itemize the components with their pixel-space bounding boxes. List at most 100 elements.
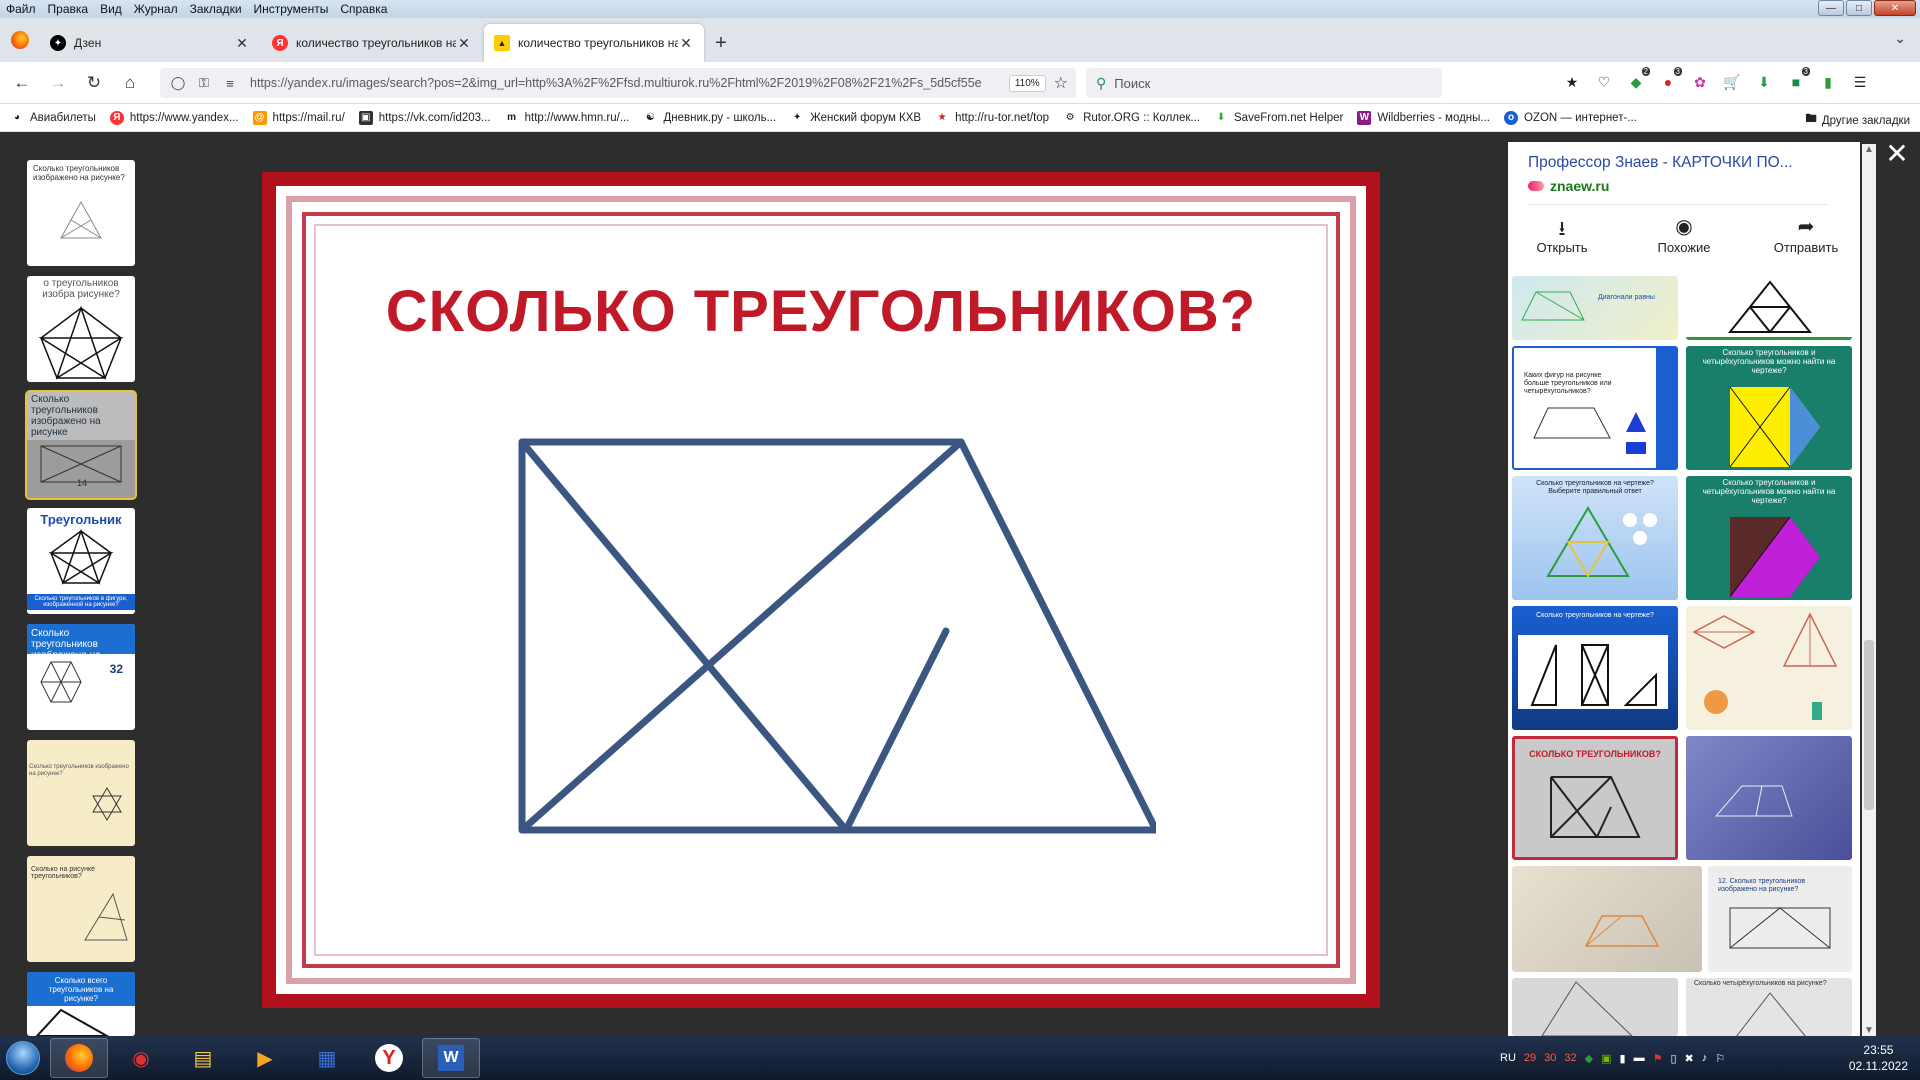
extension-battery-icon[interactable]: ▮ [1816,70,1840,94]
bookmark-item[interactable]: ☯ Дневник.ру - школь... [643,111,776,125]
similar-image-tile[interactable]: 12. Сколько треугольников изображено на … [1708,866,1852,972]
similar-image-tile[interactable]: Сколько треугольников и четырёхугольнико… [1686,346,1852,470]
similar-image-tile[interactable] [1686,276,1852,340]
star-icon[interactable]: ☆ [1054,73,1068,93]
taskbar-media-player[interactable]: ▶ [236,1038,294,1078]
similar-image-tile[interactable] [1686,606,1852,730]
search-input[interactable]: ⚲ Поиск [1086,68,1442,98]
menu-view[interactable]: Вид [94,2,128,16]
bookmark-item[interactable]: ⬇ SaveFrom.net Helper [1214,111,1344,125]
back-button[interactable]: ← [4,67,40,99]
close-icon[interactable]: ✕ [678,35,694,52]
main-image[interactable]: СКОЛЬКО ТРЕУГОЛЬНИКОВ? [262,172,1380,1008]
minimize-button[interactable]: — [1818,0,1844,16]
chevron-up-icon[interactable]: ▲ [1862,144,1876,155]
shield-icon[interactable]: ◯ [168,75,188,91]
tab-yandex-search[interactable]: Я количество треугольников на р ✕ [262,24,482,62]
pocket-icon[interactable]: ♡ [1592,70,1616,94]
thumbnail-2[interactable]: о треугольников изобра рисунке? [27,276,135,382]
source-title-link[interactable]: Профессор Знаев - КАРТОЧКИ ПО... [1528,154,1828,172]
thumbnail-5[interactable]: Сколько треугольников изображено на рису… [27,624,135,730]
bookmark-item[interactable]: ✦ Женский форум КХВ [790,111,921,125]
close-window-button[interactable]: ✕ [1874,0,1916,16]
chevron-down-icon[interactable]: ▼ [1862,1025,1876,1036]
action-center-flag-icon[interactable]: ⚐ [1715,1052,1725,1065]
taskbar-explorer[interactable]: ▤ [174,1038,232,1078]
panel-scrollbar[interactable]: ▲ ▼ [1862,144,1876,1036]
scrollbar-thumb[interactable] [1864,640,1874,810]
extension-shield-icon[interactable]: ◆ 2 [1624,67,1650,94]
security-shield-icon[interactable]: ◆ [1585,1052,1593,1065]
menu-bookmarks[interactable]: Закладки [184,2,248,16]
similar-image-tile[interactable] [1686,736,1852,860]
similar-image-tile[interactable]: Сколько треугольников на чертеже? [1512,606,1678,730]
mute-icon[interactable]: ✖ [1685,1052,1694,1065]
home-button[interactable]: ⌂ [112,67,148,99]
language-indicator[interactable]: RU [1500,1052,1516,1064]
thumbnail-3[interactable]: Сколько треугольников изображено на рису… [25,390,137,500]
menu-file[interactable]: Файл [0,2,42,16]
bookmark-item[interactable]: m http://www.hmn.ru/... [505,111,629,125]
similar-image-tile[interactable]: Сколько четырёхугольников на рисунке? [1686,978,1852,1036]
similar-image-tile[interactable] [1512,978,1678,1036]
extension-colors-icon[interactable]: ✿ [1688,70,1712,94]
thumbnail-6[interactable]: Сколько треугольников изображено на рису… [27,740,135,846]
menu-icon[interactable]: ☰ [1848,70,1872,94]
network-bars-icon[interactable]: ▯ [1670,1052,1676,1065]
permissions-icon[interactable]: ≡ [220,76,240,91]
similar-image-tile[interactable]: Сколько треугольников и четырёхугольнико… [1686,476,1852,600]
close-icon[interactable]: ✕ [234,35,250,52]
start-button[interactable] [0,1036,46,1080]
bookmark-item[interactable]: ◕ Авиабилеты [10,111,96,125]
url-bar[interactable]: ◯ ⚿ ≡ https://yandex.ru/images/search?po… [160,68,1076,98]
similar-image-tile[interactable]: Диагонали равны [1512,276,1678,340]
bookmark-item[interactable]: ▣ https://vk.com/id203... [358,110,491,125]
menu-history[interactable]: Журнал [128,2,184,16]
open-button[interactable]: ⭳ Открыть [1512,214,1612,255]
volume-icon[interactable]: ♪ [1702,1052,1708,1064]
close-panel-button[interactable]: ✕ [1882,138,1912,169]
url-text[interactable]: https://yandex.ru/images/search?pos=2&im… [250,76,1001,90]
bookmark-item[interactable]: ★ http://ru-tor.net/top [935,111,1049,125]
bookmark-item[interactable]: W Wildberries - модны... [1357,110,1490,125]
zoom-level-badge[interactable]: 110% [1008,74,1046,92]
russia-flag-icon[interactable]: ⚑ [1653,1052,1663,1065]
nvidia-icon[interactable]: ▣ [1601,1052,1611,1065]
new-tab-button[interactable]: + [706,24,736,62]
battery-icon[interactable]: ▬ [1634,1052,1645,1064]
taskbar-firefox[interactable] [50,1038,108,1078]
taskbar-word[interactable]: W [422,1038,480,1078]
similar-image-tile[interactable]: Сколько треугольников на чертеже? Выбери… [1512,476,1678,600]
similar-image-tile[interactable] [1512,866,1702,972]
menu-edit[interactable]: Правка [42,2,95,16]
maximize-button[interactable]: □ [1846,0,1872,16]
reload-button[interactable]: ↻ [76,67,112,99]
taskbar-yandex-browser[interactable]: Y [360,1038,418,1078]
bookmark-star-icon[interactable]: ★ [1560,70,1584,94]
bookmark-item[interactable]: @ https://mail.ru/ [252,110,345,125]
cart-icon[interactable]: 🛒 [1720,70,1744,94]
taskbar-app[interactable]: ◉ [112,1038,170,1078]
tab-dzen[interactable]: ✦ Дзен ✕ [40,24,260,62]
network-status-icon[interactable]: ▮ [1620,1052,1626,1065]
thumbnail-7[interactable]: Сколько на рисунке треугольников? [27,856,135,962]
similar-button[interactable]: ◉ Похожие [1634,214,1734,255]
thumbnail-8[interactable]: Сколько всего треугольников на рисунке? [27,972,135,1036]
firefox-view-button[interactable] [0,18,40,62]
download-arrow-icon[interactable]: ⬇ [1752,70,1776,94]
taskbar-save-app[interactable]: ▦ [298,1038,356,1078]
menu-tools[interactable]: Инструменты [248,2,335,16]
extension-red-icon[interactable]: ● 3 [1656,67,1682,94]
extension-green-icon[interactable]: ■ 3 [1784,67,1810,94]
close-icon[interactable]: ✕ [456,35,472,52]
thumbnail-1[interactable]: Сколько треугольников изображено на рису… [27,160,135,266]
tab-yandex-images[interactable]: ▲ количество треугольников на р ✕ [484,24,704,62]
similar-image-tile[interactable]: СКОЛЬКО ТРЕУГОЛЬНИКОВ? [1512,736,1678,860]
share-button[interactable]: ➦ Отправить [1756,214,1856,255]
forward-button[interactable]: → [40,67,76,99]
chevron-down-icon[interactable]: ⌄ [1894,30,1906,47]
similar-image-tile[interactable]: Каких фигур на рисунке больше треугольни… [1512,346,1678,470]
bookmark-item[interactable]: Яhttps://www.yandex... [109,110,239,125]
other-bookmarks[interactable]: 🖿 Другие закладки [1805,111,1910,130]
source-domain-link[interactable]: znaew.ru [1528,178,1609,194]
